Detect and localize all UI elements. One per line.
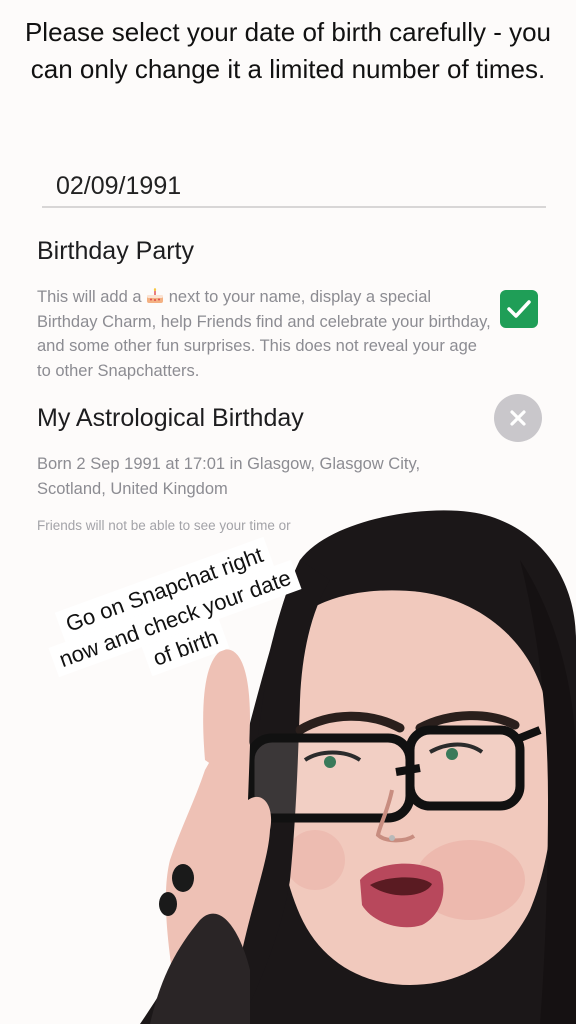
astrological-birthday-clear-button[interactable]	[494, 394, 542, 442]
birthday-desc-start: This will add a	[37, 288, 142, 306]
date-of-birth-value: 02/09/1991	[56, 172, 182, 200]
astrological-birthday-description: Born 2 Sep 1991 at 17:01 in Glasgow, Gla…	[37, 455, 421, 498]
person-overlay-image	[140, 510, 576, 1024]
birthday-cake-icon	[147, 288, 164, 303]
birthday-party-description: This will add a next to your name, displ…	[37, 285, 492, 383]
birthday-party-checkbox[interactable]	[500, 290, 538, 328]
privacy-footnote: Friends will not be able to see your tim…	[37, 518, 291, 533]
close-icon	[510, 410, 526, 426]
birthday-party-title: Birthday Party	[37, 237, 195, 265]
notice-text: Please select your date of birth careful…	[24, 17, 552, 84]
date-of-birth-field[interactable]: 02/09/1991	[42, 168, 546, 208]
astrological-birthday-title: My Astrological Birthday	[37, 404, 304, 432]
checkmark-icon	[507, 300, 531, 318]
